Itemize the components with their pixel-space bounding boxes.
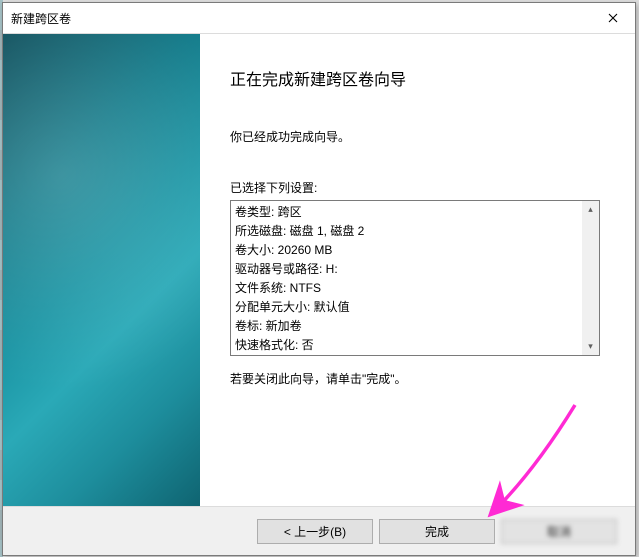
settings-line: 卷大小: 20260 MB xyxy=(235,241,581,260)
scroll-track[interactable] xyxy=(582,218,599,338)
closing-hint: 若要关闭此向导，请单击"完成"。 xyxy=(230,370,607,387)
wizard-heading: 正在完成新建跨区卷向导 xyxy=(230,66,607,90)
close-button[interactable] xyxy=(590,3,635,33)
settings-line: 文件系统: NTFS xyxy=(235,279,581,298)
wizard-sidebar-graphic xyxy=(3,34,200,506)
settings-line: 卷标: 新加卷 xyxy=(235,317,581,336)
wizard-window: 新建跨区卷 正在完成新建跨区卷向导 你已经成功完成向导。 已选择下列设置: 卷类… xyxy=(2,2,636,556)
settings-line: 分配单元大小: 默认值 xyxy=(235,298,581,317)
chevron-down-icon: ▾ xyxy=(588,341,593,352)
wizard-body: 正在完成新建跨区卷向导 你已经成功完成向导。 已选择下列设置: 卷类型: 跨区所… xyxy=(3,34,635,506)
scroll-up-button[interactable]: ▴ xyxy=(582,201,599,218)
settings-label: 已选择下列设置: xyxy=(230,179,607,196)
wizard-footer: < 上一步(B) 完成 取消 xyxy=(3,506,635,555)
settings-lines: 卷类型: 跨区所选磁盘: 磁盘 1, 磁盘 2卷大小: 20260 MB驱动器号… xyxy=(235,203,581,355)
scrollbar[interactable]: ▴ ▾ xyxy=(582,201,599,355)
wizard-success-text: 你已经成功完成向导。 xyxy=(230,128,607,145)
settings-summary-box: 卷类型: 跨区所选磁盘: 磁盘 1, 磁盘 2卷大小: 20260 MB驱动器号… xyxy=(230,200,600,356)
chevron-up-icon: ▴ xyxy=(588,204,593,215)
wizard-content: 正在完成新建跨区卷向导 你已经成功完成向导。 已选择下列设置: 卷类型: 跨区所… xyxy=(200,34,635,506)
scroll-down-button[interactable]: ▾ xyxy=(582,338,599,355)
settings-line: 快速格式化: 否 xyxy=(235,336,581,355)
window-title: 新建跨区卷 xyxy=(11,10,71,27)
finish-button[interactable]: 完成 xyxy=(379,519,495,544)
settings-line: 卷类型: 跨区 xyxy=(235,203,581,222)
back-button[interactable]: < 上一步(B) xyxy=(257,519,373,544)
titlebar: 新建跨区卷 xyxy=(3,3,635,34)
settings-line: 所选磁盘: 磁盘 1, 磁盘 2 xyxy=(235,222,581,241)
cancel-button[interactable]: 取消 xyxy=(501,519,617,544)
settings-line: 驱动器号或路径: H: xyxy=(235,260,581,279)
close-icon xyxy=(608,10,618,26)
